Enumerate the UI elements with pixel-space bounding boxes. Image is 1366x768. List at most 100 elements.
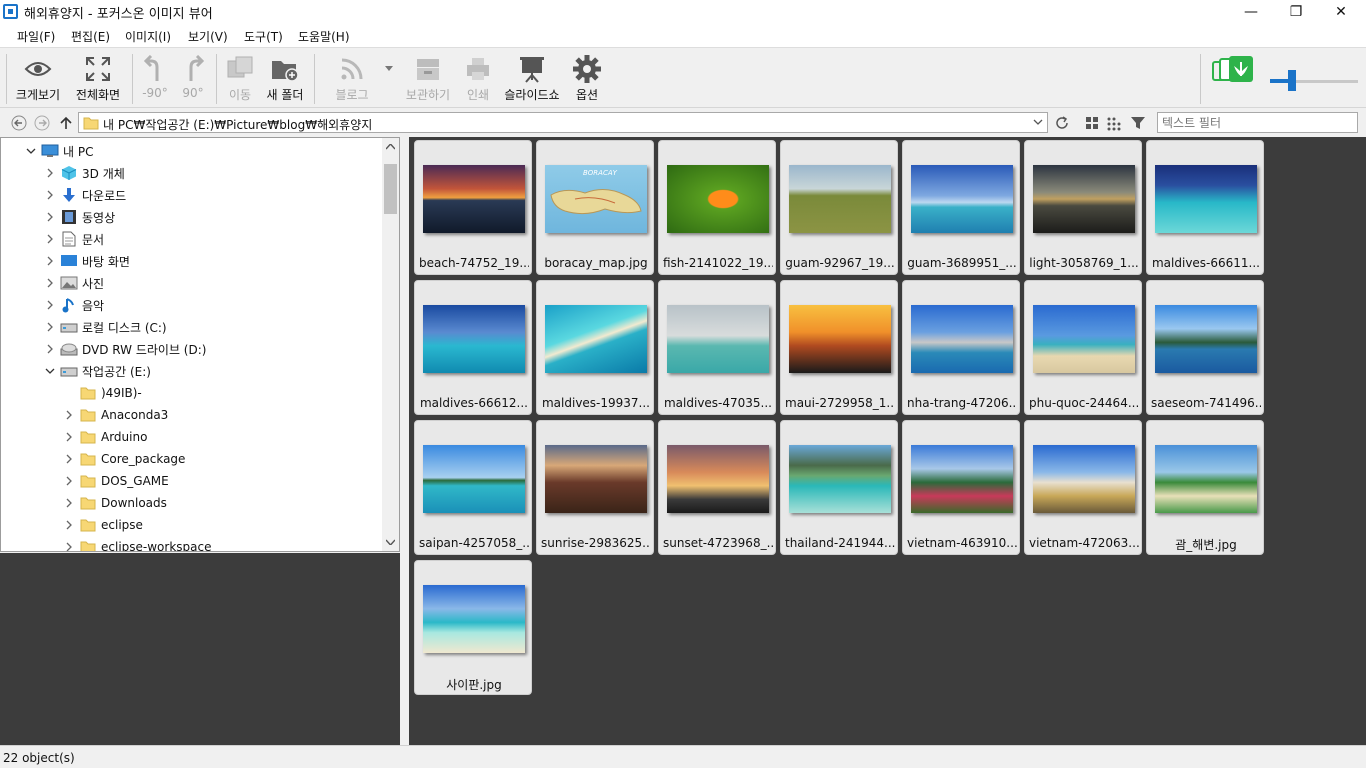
text-filter-input[interactable] bbox=[1158, 113, 1357, 132]
zoom-slider[interactable] bbox=[1270, 70, 1358, 92]
restore-button[interactable]: ❐ bbox=[1273, 0, 1319, 23]
blog-dropdown[interactable] bbox=[382, 52, 396, 106]
tree-scrollbar[interactable] bbox=[382, 138, 399, 551]
chevron-down-icon[interactable] bbox=[44, 367, 56, 375]
chevron-right-icon[interactable] bbox=[44, 344, 56, 354]
thumbnail-item[interactable]: thailand-241944... bbox=[780, 420, 898, 555]
view-large-button[interactable]: 크게보기 bbox=[10, 52, 66, 106]
thumbnail-item[interactable]: saipan-4257058_... bbox=[414, 420, 532, 555]
text-filter-field[interactable] bbox=[1157, 112, 1358, 133]
tree-item[interactable]: Core_package bbox=[63, 448, 185, 470]
tree-item[interactable]: 로컬 디스크 (C:) bbox=[44, 316, 167, 338]
chevron-right-icon[interactable] bbox=[44, 256, 56, 266]
chevron-down-icon[interactable] bbox=[25, 147, 37, 155]
path-combobox[interactable]: 내 PC₩작업공간 (E:)₩Picture₩blog₩해외휴양지 bbox=[78, 112, 1048, 133]
thumbnail-item[interactable]: vietnam-463910... bbox=[902, 420, 1020, 555]
chevron-down-icon[interactable] bbox=[1033, 117, 1043, 127]
chevron-right-icon[interactable] bbox=[63, 410, 75, 420]
thumbnail-item[interactable]: sunrise-2983625... bbox=[536, 420, 654, 555]
chevron-right-icon[interactable] bbox=[63, 520, 75, 530]
tree-item[interactable]: )49IB)- bbox=[63, 382, 142, 404]
chevron-right-icon[interactable] bbox=[44, 322, 56, 332]
tree-item[interactable]: 문서 bbox=[44, 228, 104, 250]
scroll-up-icon[interactable] bbox=[386, 144, 395, 150]
tree-item[interactable]: Anaconda3 bbox=[63, 404, 168, 426]
tree-item[interactable]: 음악 bbox=[44, 294, 104, 316]
refresh-button[interactable] bbox=[1052, 113, 1072, 133]
archive-button[interactable]: 보관하기 bbox=[400, 52, 456, 106]
menu-image[interactable]: 이미지(I) bbox=[125, 28, 171, 45]
thumbnail-item[interactable]: phu-quoc-24464... bbox=[1024, 280, 1142, 415]
thumbnail-item[interactable]: guam-92967_19... bbox=[780, 140, 898, 275]
grid-view-button[interactable] bbox=[1082, 113, 1102, 133]
chevron-right-icon[interactable] bbox=[44, 168, 56, 178]
thumbnail-size-button[interactable] bbox=[1210, 52, 1260, 106]
zoom-slider-thumb[interactable] bbox=[1287, 70, 1296, 91]
chevron-right-icon[interactable] bbox=[63, 476, 75, 486]
chevron-right-icon[interactable] bbox=[44, 190, 56, 200]
menu-help[interactable]: 도움말(H) bbox=[298, 28, 350, 45]
forward-button[interactable] bbox=[32, 113, 52, 133]
thumbnail-item[interactable]: BORACAY boracay_map.jpg bbox=[536, 140, 654, 275]
minimize-button[interactable]: — bbox=[1228, 0, 1274, 23]
tree-item[interactable]: 작업공간 (E:) bbox=[44, 360, 151, 382]
thumbnail-item[interactable]: maldives-47035... bbox=[658, 280, 776, 415]
tree-scrollbar-thumb[interactable] bbox=[384, 164, 397, 214]
thumbnail-item[interactable]: fish-2141022_19... bbox=[658, 140, 776, 275]
menu-view[interactable]: 보기(V) bbox=[188, 28, 228, 45]
thumbnail-item[interactable]: 괌_해변.jpg bbox=[1146, 420, 1264, 555]
chevron-right-icon[interactable] bbox=[63, 454, 75, 464]
scroll-down-icon[interactable] bbox=[386, 539, 395, 545]
tree-item[interactable]: Arduino bbox=[63, 426, 147, 448]
tree-item[interactable]: 3D 개체 bbox=[44, 162, 125, 184]
rotate-right-button[interactable]: 90° bbox=[176, 52, 210, 106]
tree-item[interactable]: 바탕 화면 bbox=[44, 250, 130, 272]
menu-file[interactable]: 파일(F) bbox=[17, 28, 55, 45]
thumbnail-item[interactable]: 사이판.jpg bbox=[414, 560, 532, 695]
print-button[interactable]: 인쇄 bbox=[460, 52, 496, 106]
tree-item[interactable]: 사진 bbox=[44, 272, 104, 294]
tree-item[interactable]: eclipse-workspace bbox=[63, 536, 211, 551]
thumbnail-item[interactable]: guam-3689951_... bbox=[902, 140, 1020, 275]
chevron-right-icon[interactable] bbox=[44, 212, 56, 222]
close-button[interactable]: ✕ bbox=[1318, 0, 1364, 23]
chevron-right-icon[interactable] bbox=[44, 234, 56, 244]
filter-button[interactable] bbox=[1128, 113, 1148, 133]
chevron-right-icon[interactable] bbox=[63, 542, 75, 551]
tree-item[interactable]: eclipse bbox=[63, 514, 143, 536]
thumbnail-item[interactable]: maldives-66611... bbox=[1146, 140, 1264, 275]
thumbnail-item[interactable]: beach-74752_19... bbox=[414, 140, 532, 275]
tree-item-label: 문서 bbox=[82, 232, 105, 247]
tree-item[interactable]: 다운로드 bbox=[44, 184, 126, 206]
thumbnail-item[interactable]: vietnam-472063... bbox=[1024, 420, 1142, 555]
thumbnail-item[interactable]: saeseom-741496... bbox=[1146, 280, 1264, 415]
sort-options-button[interactable] bbox=[1104, 113, 1124, 133]
blog-button[interactable]: 블로그 bbox=[328, 52, 376, 106]
move-button[interactable]: 이동 bbox=[222, 52, 258, 106]
thumbnail-item[interactable]: maui-2729958_1... bbox=[780, 280, 898, 415]
chevron-right-icon[interactable] bbox=[63, 432, 75, 442]
tree-item[interactable]: 내 PC bbox=[25, 140, 93, 162]
tree-item[interactable]: Downloads bbox=[63, 492, 167, 514]
back-button[interactable] bbox=[9, 113, 29, 133]
menu-edit[interactable]: 편집(E) bbox=[71, 28, 110, 45]
rotate-left-button[interactable]: -90° bbox=[138, 52, 172, 106]
thumbnail-item[interactable]: sunset-4723968_... bbox=[658, 420, 776, 555]
fullscreen-button[interactable]: 전체화면 bbox=[70, 52, 126, 106]
new-folder-button[interactable]: 새 폴더 bbox=[262, 52, 308, 106]
pane-splitter[interactable] bbox=[400, 137, 409, 745]
tree-item[interactable]: DVD RW 드라이브 (D:) bbox=[44, 338, 206, 360]
thumbnail-item[interactable]: nha-trang-47206... bbox=[902, 280, 1020, 415]
slideshow-button[interactable]: 슬라이드쇼 bbox=[500, 52, 564, 106]
menu-tools[interactable]: 도구(T) bbox=[244, 28, 283, 45]
chevron-right-icon[interactable] bbox=[44, 300, 56, 310]
chevron-right-icon[interactable] bbox=[44, 278, 56, 288]
options-button[interactable]: 옵션 bbox=[568, 52, 606, 106]
up-button[interactable] bbox=[56, 113, 76, 133]
thumbnail-item[interactable]: maldives-66612... bbox=[414, 280, 532, 415]
tree-item[interactable]: DOS_GAME bbox=[63, 470, 169, 492]
tree-item[interactable]: 동영상 bbox=[44, 206, 115, 228]
chevron-right-icon[interactable] bbox=[63, 498, 75, 508]
thumbnail-item[interactable]: light-3058769_1... bbox=[1024, 140, 1142, 275]
thumbnail-item[interactable]: maldives-19937... bbox=[536, 280, 654, 415]
